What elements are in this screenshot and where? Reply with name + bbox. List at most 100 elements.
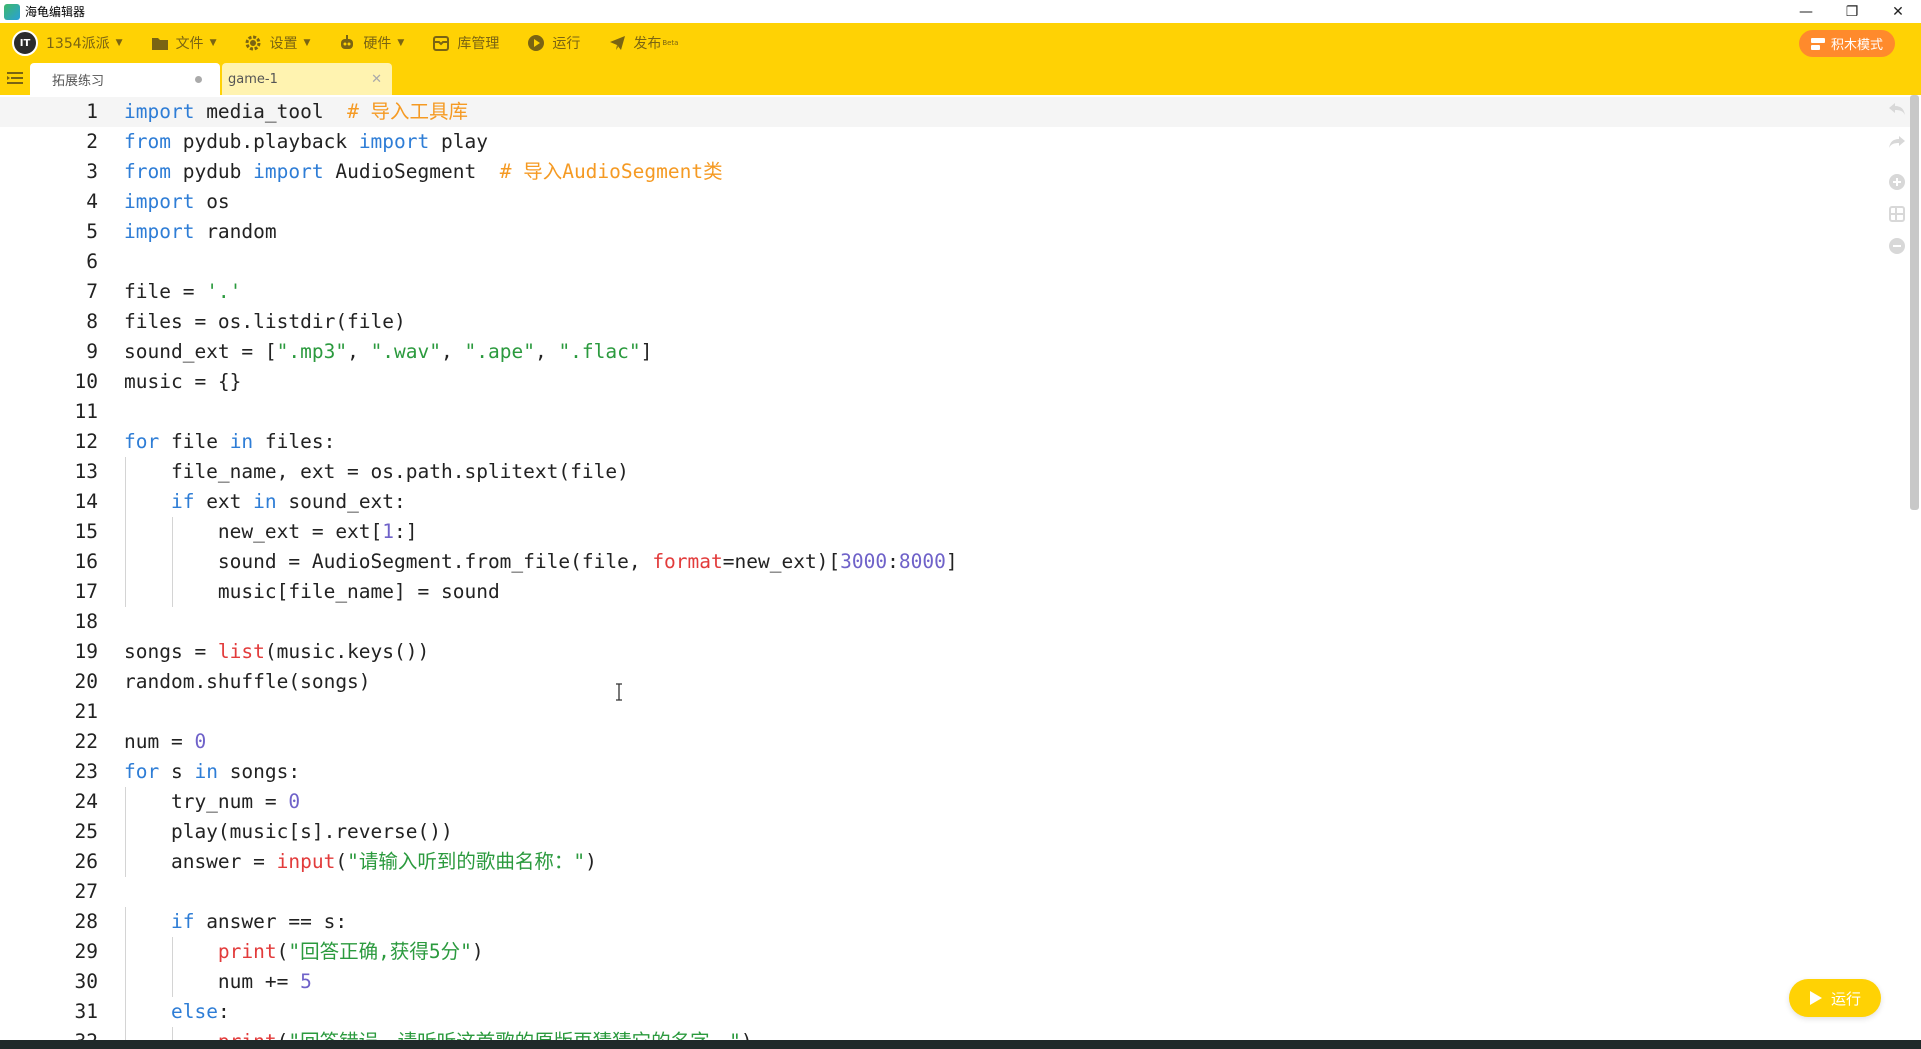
code-token: # 导入工具库 [347,100,469,123]
code-token: if [170,490,195,513]
code-token: file_name, ext = os.path.splitext(file) [124,460,629,483]
menu-file-label: 文件 [175,36,204,52]
code-text: songs = list(music.keys()) [124,637,429,667]
code-token: (music.keys()) [264,640,430,663]
code-line: 26 answer = input("请输入听到的歌曲名称：") [0,847,1900,877]
code-line: 15 new_ext = ext[1:] [0,517,1900,547]
sidebar-toggle-icon[interactable] [6,70,24,88]
close-window-button[interactable]: ✕ [1875,0,1921,23]
code-token: if [170,910,195,933]
vertical-scrollbar[interactable] [1910,95,1919,510]
code-token: ".mp3" [276,340,348,363]
run-button[interactable]: 运行 [1789,979,1881,1017]
code-text: from pydub.playback import play [124,127,488,157]
line-number: 12 [74,430,98,453]
line-number: 25 [74,820,98,843]
line-number: 1 [86,100,98,123]
close-tab-icon[interactable]: ✕ [371,72,382,87]
code-token: pydub.playback [170,130,359,153]
code-token: 1 [382,520,395,543]
line-number: 26 [74,850,98,873]
code-text: new_ext = ext[1:] [124,517,418,547]
run-button-label: 运行 [1830,989,1861,1008]
code-line: 10 music = {} [0,367,1900,397]
menu-library[interactable]: 库管理 [418,23,513,63]
menu-file[interactable]: 文件 ▼ [137,23,231,63]
line-number: 10 [74,370,98,393]
code-token: print [217,940,277,963]
code-token: file [159,430,230,453]
chevron-down-icon: ▼ [397,38,405,48]
line-number: 16 [74,550,98,573]
code-token: file = [124,280,207,303]
code-text: print("回答错误，请听听这首歌的原版再猜猜它的名字。") [124,1027,753,1040]
zoom-out-icon[interactable] [1887,236,1907,256]
code-token: "请输入听到的歌曲名称：" [347,850,586,873]
folder-icon [151,34,169,52]
grid-icon[interactable] [1887,204,1907,224]
user-menu[interactable]: IT 1354派派 ▼ [0,23,137,63]
line-number: 21 [74,700,98,723]
code-token: , [534,340,559,363]
redo-icon[interactable] [1887,132,1907,152]
code-line: 8 files = os.listdir(file) [0,307,1900,337]
code-text: if ext in sound_ext: [124,487,406,517]
line-number: 17 [74,580,98,603]
code-token: , [441,340,465,363]
code-token: import [358,130,430,153]
maximize-button[interactable]: ❐ [1829,0,1875,23]
user-name: 1354派派 [46,36,110,52]
menu-run[interactable]: 运行 [513,23,594,63]
code-text: music = {} [124,367,241,397]
tab-bar: 拓展练习 game-1 ✕ [0,63,1921,95]
undo-icon[interactable] [1887,99,1907,119]
code-line: 25 play(music[s].reverse()) [0,817,1900,847]
code-line: 31 else: [0,997,1900,1027]
menu-settings[interactable]: 设置 ▼ [230,23,324,63]
code-token: answer = [124,850,277,873]
code-token: s [159,760,195,783]
code-token: ) [471,940,484,963]
line-number: 13 [74,460,98,483]
tab-practice[interactable]: 拓展练习 [30,63,220,95]
minimize-button[interactable]: — [1783,0,1829,23]
code-token: ".flac" [558,340,641,363]
blocks-mode-button[interactable]: 积木模式 [1798,30,1895,57]
code-token: ( [277,1030,289,1040]
code-editor[interactable]: 1 import media_tool # 导入工具库 2 from pydub.pl… [0,95,1921,1040]
tab-game-1[interactable]: game-1 ✕ [222,63,392,95]
code-token: os [194,190,230,213]
code-token: ] [640,340,653,363]
line-number: 20 [74,670,98,693]
menu-hardware[interactable]: 硬件 ▼ [324,23,418,63]
code-token: ) [741,1030,753,1040]
code-token: ".ape" [464,340,535,363]
code-line: 32 print("回答错误，请听听这首歌的原版再猜猜它的名字。") [0,1027,1900,1040]
line-number: 31 [74,1000,98,1023]
code-token: ( [276,940,289,963]
zoom-in-icon[interactable] [1887,172,1907,192]
menu-publish[interactable]: 发布 Beta [594,23,692,63]
line-number: 19 [74,640,98,663]
tab-label: 拓展练习 [52,73,105,89]
code-line: 30 num += 5 [0,967,1900,997]
window-title-bar: 海龟编辑器 — ❐ ✕ [0,0,1921,23]
code-line: 12 for file in files: [0,427,1900,457]
code-token: 0 [288,790,301,813]
code-token: ] [945,550,958,573]
avatar: IT [12,30,38,56]
code-text: play(music[s].reverse()) [124,817,453,847]
line-number: 23 [74,760,98,783]
code-token: for [124,760,160,783]
code-token: files = os.listdir(file) [124,310,406,333]
line-number: 22 [74,730,98,753]
code-line: 19 songs = list(music.keys()) [0,637,1900,667]
code-text: if answer == s: [124,907,347,937]
code-token: sound_ext = [ [124,340,277,363]
blocks-icon [1810,37,1825,50]
code-text: file_name, ext = os.path.splitext(file) [124,457,629,487]
code-line: 1 import media_tool # 导入工具库 [0,97,1900,127]
send-icon [608,34,626,52]
